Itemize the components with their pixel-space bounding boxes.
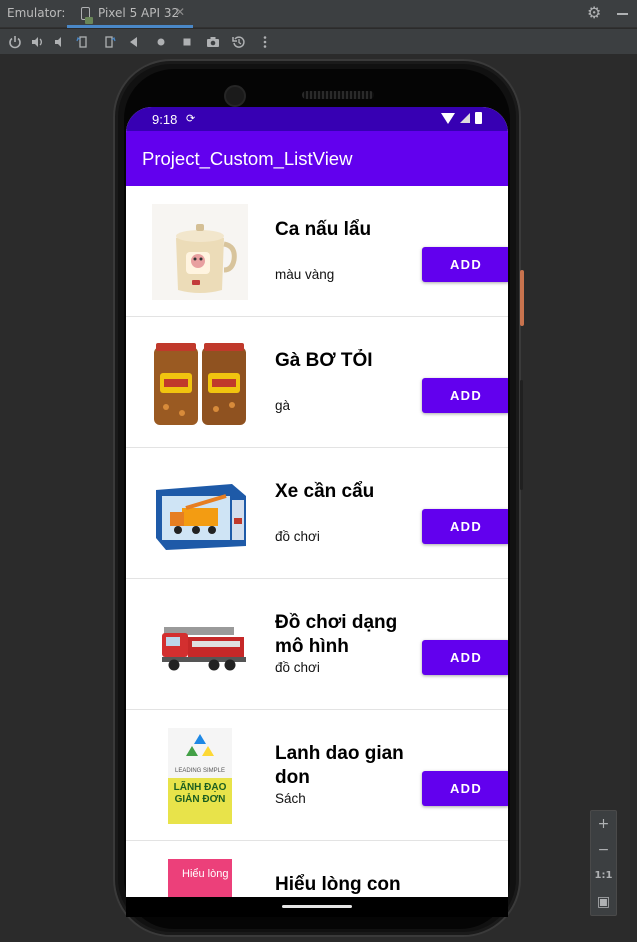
item-name: Lanh dao gian don — [275, 743, 404, 788]
actual-size-button[interactable]: 1:1 — [591, 863, 616, 889]
fit-screen-button[interactable]: ▣ — [591, 889, 616, 915]
fire-truck-toy-image — [152, 597, 248, 693]
home-icon[interactable] — [152, 33, 170, 51]
list-item[interactable]: Hiểu lòng Hiểu lòng con — [126, 841, 508, 897]
more-icon[interactable] — [256, 33, 274, 51]
signal-icon — [460, 113, 470, 123]
app-bar: Project_Custom_ListView — [126, 131, 508, 186]
book-cover-image: LEADING SIMPLE LÃNH ĐẠO GIẢN ĐƠN — [152, 728, 248, 824]
item-name: Gà BƠ TỎI — [275, 350, 373, 371]
book-cover-text: Hiểu lòng — [182, 868, 228, 880]
zoom-in-button[interactable]: + — [591, 811, 616, 837]
device-screen[interactable]: 9:18 ⟳ Project_Custom_ListView Ca nấu lẩ… — [126, 107, 508, 897]
electric-hotpot-image — [152, 204, 248, 300]
rotate-left-icon[interactable] — [74, 33, 92, 51]
list-item[interactable]: Gà BƠ TỎI gà ADD — [126, 317, 508, 448]
battery-icon — [475, 112, 482, 124]
sync-icon: ⟳ — [186, 113, 196, 125]
product-list[interactable]: Ca nấu lẩu màu vàng ADD Gà BƠ TỎI gà ADD… — [126, 186, 508, 897]
snack-jars-image — [152, 335, 248, 431]
item-description: gà — [275, 398, 291, 413]
fit-screen-icon: ▣ — [596, 894, 611, 910]
add-button[interactable]: ADD — [422, 247, 508, 282]
list-item[interactable]: Ca nấu lẩu màu vàng ADD — [126, 186, 508, 317]
screenshot-icon[interactable] — [204, 33, 222, 51]
device-tab[interactable]: Pixel 5 API 32 ✕ — [67, 0, 193, 28]
snapshot-icon[interactable] — [230, 33, 248, 51]
book-cover-text: LÃNH ĐẠO — [174, 780, 227, 793]
status-bar: 9:18 ⟳ — [126, 107, 508, 131]
device-icon — [81, 7, 93, 24]
add-button[interactable]: ADD — [422, 509, 508, 544]
close-icon[interactable]: ✕ — [175, 5, 185, 19]
emulator-panel-title: Emulator: — [7, 6, 66, 20]
rotate-right-icon[interactable] — [100, 33, 118, 51]
gear-icon[interactable]: ⚙ — [587, 3, 601, 22]
add-button[interactable]: ADD — [422, 378, 508, 413]
item-name: Ca nấu lẩu — [275, 219, 372, 240]
item-name: Hiểu lòng con — [275, 874, 401, 895]
zoom-out-button[interactable]: − — [591, 837, 616, 863]
front-camera-icon — [224, 85, 246, 107]
power-button[interactable] — [520, 270, 524, 326]
zoom-controls: + − 1:1 ▣ — [590, 810, 617, 916]
minimize-icon[interactable] — [617, 13, 628, 15]
list-item[interactable]: LEADING SIMPLE LÃNH ĐẠO GIẢN ĐƠN Lanh da… — [126, 710, 508, 841]
app-title: Project_Custom_ListView — [142, 148, 353, 169]
item-name: Đồ chơi dạng mô hình — [275, 612, 398, 657]
add-button[interactable]: ADD — [422, 771, 508, 806]
book-cover-text: LEADING SIMPLE — [175, 768, 225, 774]
emulator-tab-bar: Emulator: Pixel 5 API 32 ✕ ⚙ — [0, 0, 637, 28]
device-tab-label: Pixel 5 API 32 — [98, 6, 180, 20]
emulator-toolbar — [0, 29, 637, 55]
volume-up-icon[interactable] — [28, 33, 46, 51]
item-description: Sách — [275, 791, 306, 806]
item-name: Xe cần cẩu — [275, 481, 375, 502]
item-description: màu vàng — [275, 267, 335, 282]
list-item[interactable]: Xe cần cẩu đồ chơi ADD — [126, 448, 508, 579]
overview-icon[interactable] — [178, 33, 196, 51]
power-icon[interactable] — [6, 33, 24, 51]
wifi-icon — [441, 112, 455, 124]
back-icon[interactable] — [125, 33, 143, 51]
list-item[interactable]: Đồ chơi dạng mô hình đồ chơi ADD — [126, 579, 508, 710]
earpiece-speaker — [302, 91, 374, 99]
volume-rocker[interactable] — [520, 380, 523, 490]
item-description: đồ chơi — [275, 660, 320, 675]
book-cover-text: GIẢN ĐƠN — [175, 792, 226, 805]
gesture-nav-bar — [126, 897, 508, 917]
status-time: 9:18 — [152, 112, 178, 127]
home-gesture-handle[interactable] — [282, 905, 352, 908]
crane-toy-box-image — [152, 466, 248, 562]
add-button[interactable]: ADD — [422, 640, 508, 675]
item-description: đồ chơi — [275, 529, 320, 544]
volume-down-icon[interactable] — [50, 33, 68, 51]
pink-book-cover-image: Hiểu lòng — [152, 859, 248, 897]
